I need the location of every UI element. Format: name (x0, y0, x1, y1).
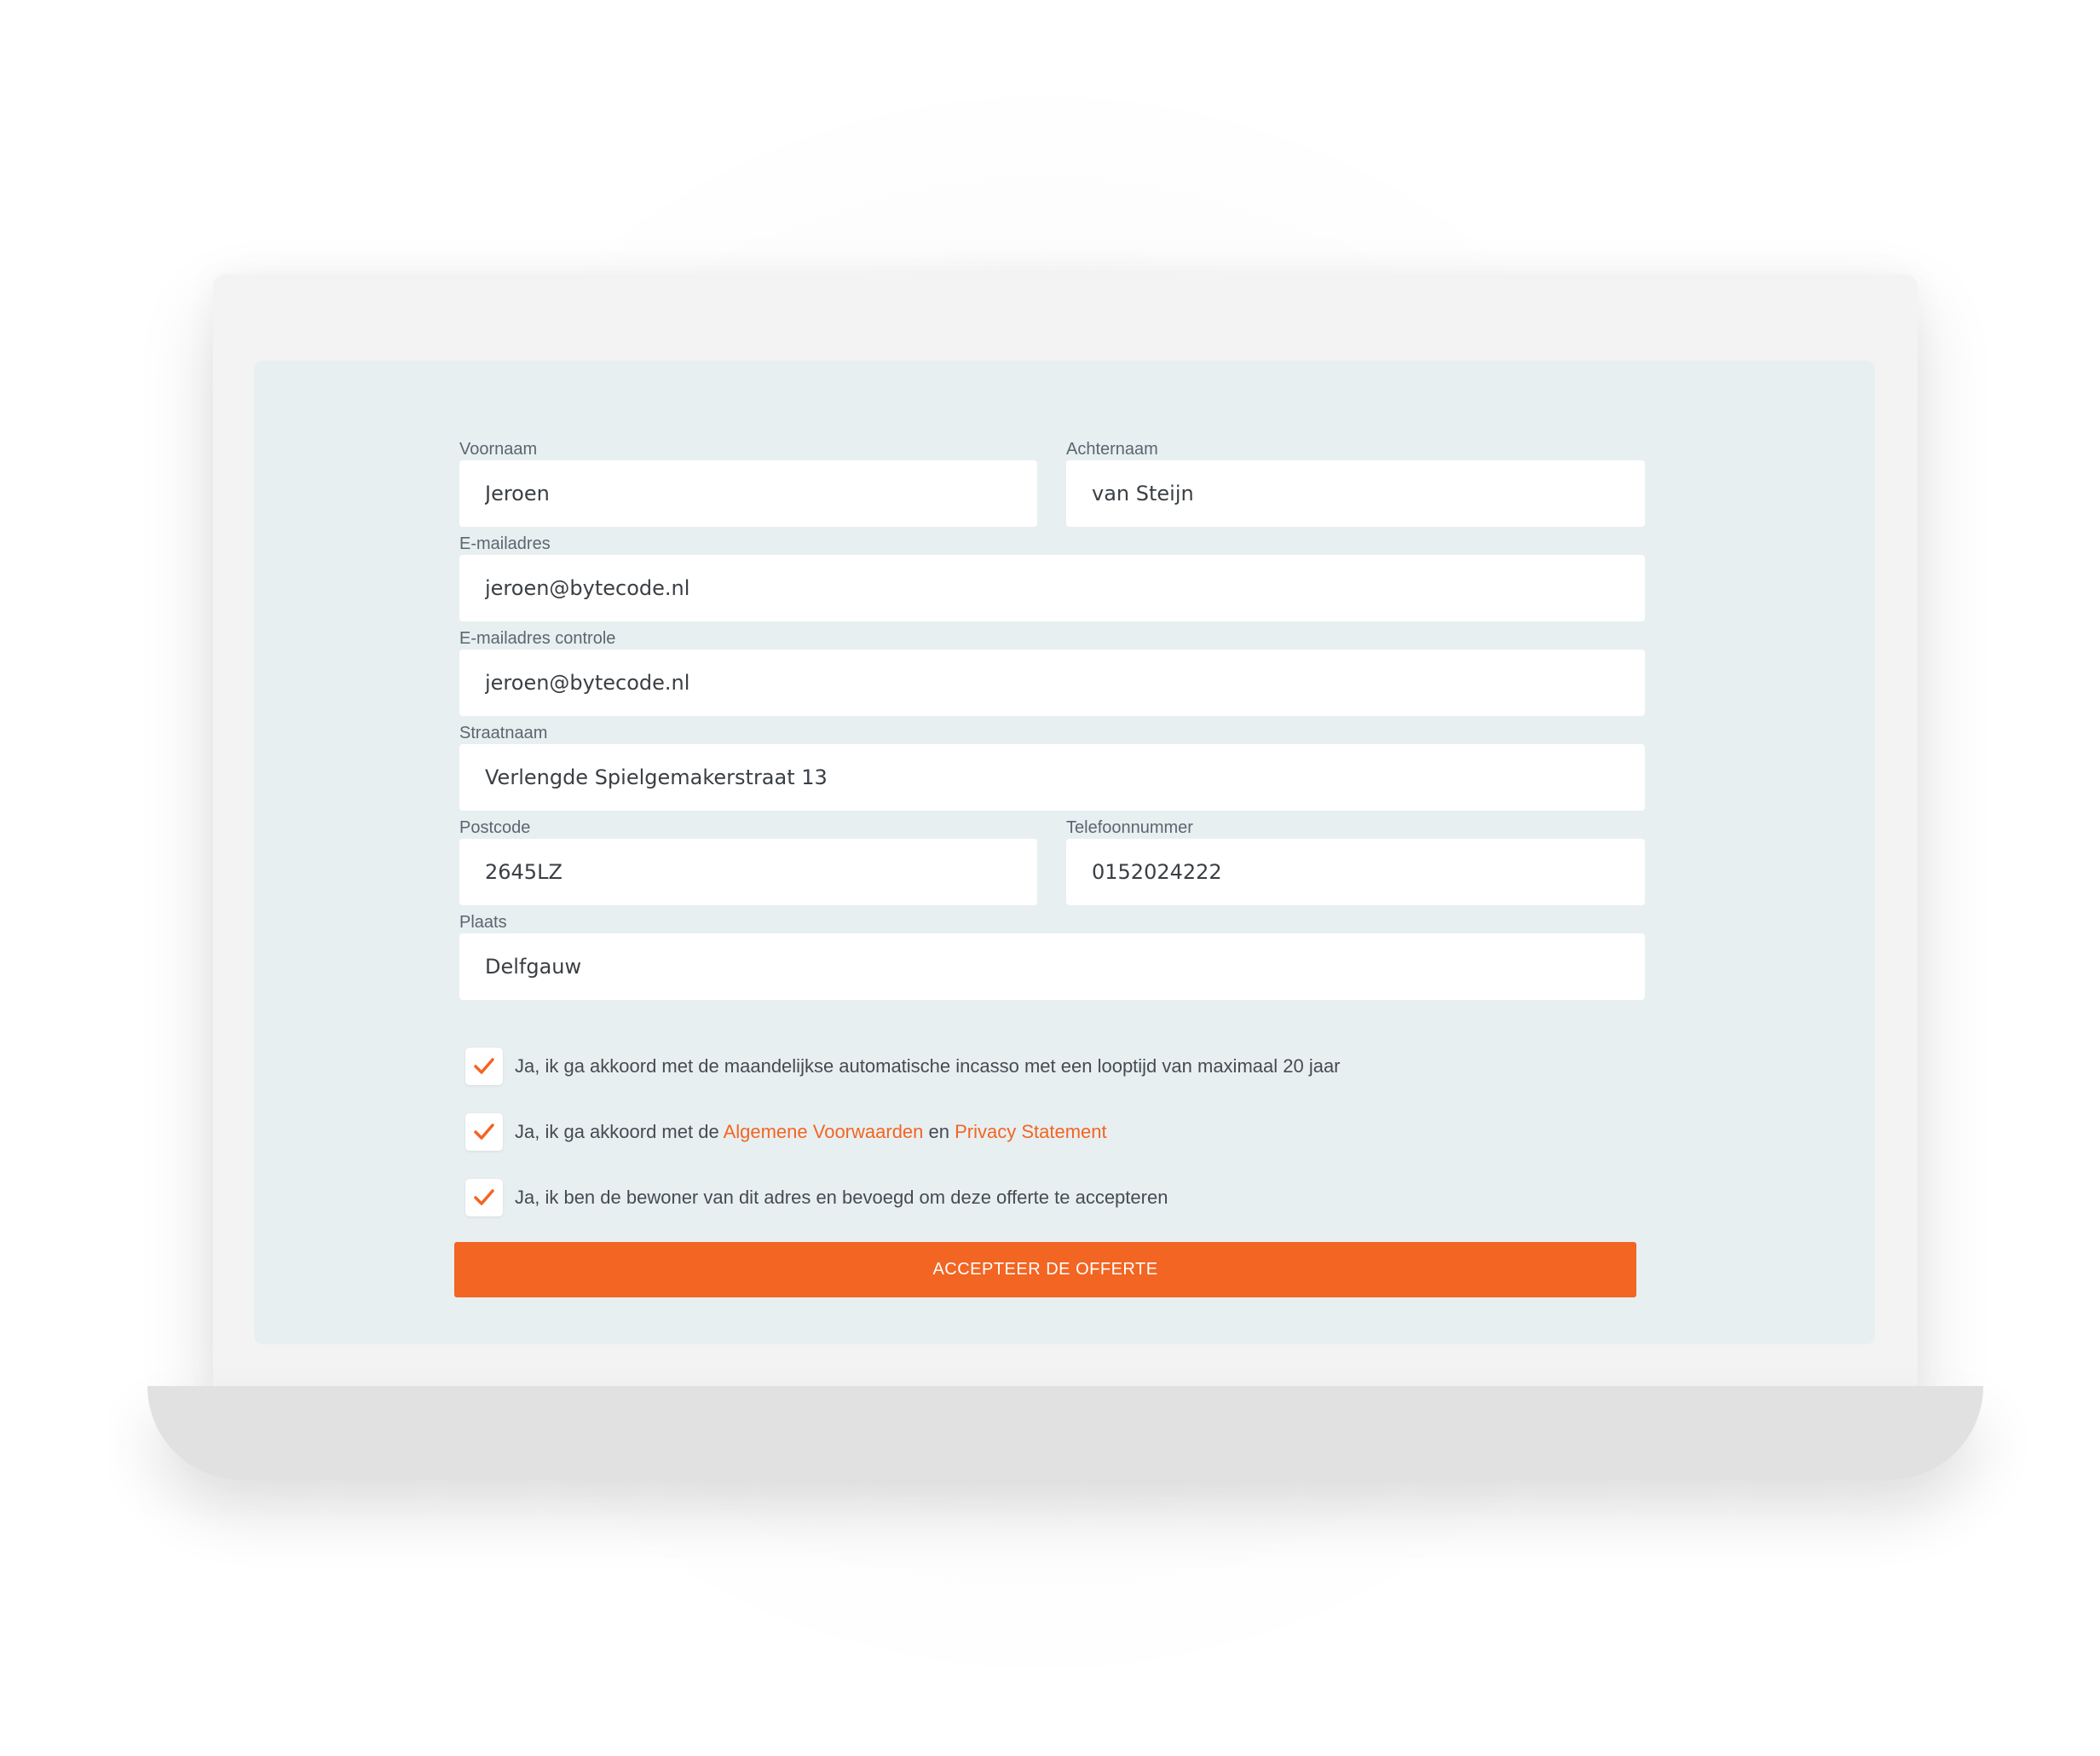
email-controle-label: E-mailadres controle (459, 629, 616, 648)
voorwaarden-consent-row: Ja, ik ga akkoord met de Algemene Voorwa… (465, 1113, 1107, 1151)
telefoonnummer-input[interactable] (1066, 839, 1645, 905)
voornaam-input[interactable] (459, 460, 1037, 527)
plaats-label: Plaats (459, 913, 507, 932)
telefoonnummer-label: Telefoonnummer (1066, 818, 1193, 837)
algemene-voorwaarden-link[interactable]: Algemene Voorwaarden (724, 1121, 924, 1142)
email-label: E-mailadres (459, 534, 551, 553)
postcode-input[interactable] (459, 839, 1037, 905)
achternaam-input[interactable] (1066, 460, 1645, 527)
email-controle-input[interactable] (459, 650, 1645, 716)
incasso-consent-row: Ja, ik ga akkoord met de maandelijkse au… (465, 1048, 1341, 1085)
accept-offer-button[interactable]: ACCEPTEER DE OFFERTE (454, 1242, 1636, 1297)
bewoner-consent-text: Ja, ik ben de bewoner van dit adres en b… (515, 1187, 1168, 1208)
checkmark-icon (474, 1058, 494, 1074)
straatnaam-label: Straatnaam (459, 724, 548, 742)
voorwaarden-checkbox[interactable] (465, 1113, 503, 1151)
voorwaarden-text-before: Ja, ik ga akkoord met de (515, 1121, 724, 1142)
bewoner-checkbox[interactable] (465, 1179, 503, 1216)
voorwaarden-consent-text: Ja, ik ga akkoord met de Algemene Voorwa… (515, 1121, 1107, 1143)
laptop-base (147, 1386, 1983, 1480)
postcode-label: Postcode (459, 818, 531, 837)
email-input[interactable] (459, 555, 1645, 621)
voornaam-label: Voornaam (459, 440, 538, 459)
incasso-checkbox[interactable] (465, 1048, 503, 1085)
achternaam-label: Achternaam (1066, 440, 1158, 459)
straatnaam-input[interactable] (459, 744, 1645, 811)
checkmark-icon (474, 1189, 494, 1205)
bewoner-consent-row: Ja, ik ben de bewoner van dit adres en b… (465, 1179, 1168, 1216)
checkmark-icon (474, 1123, 494, 1140)
voorwaarden-text-middle: en (923, 1121, 955, 1142)
plaats-input[interactable] (459, 933, 1645, 1000)
privacy-statement-link[interactable]: Privacy Statement (955, 1121, 1107, 1142)
incasso-consent-text: Ja, ik ga akkoord met de maandelijkse au… (515, 1055, 1341, 1077)
